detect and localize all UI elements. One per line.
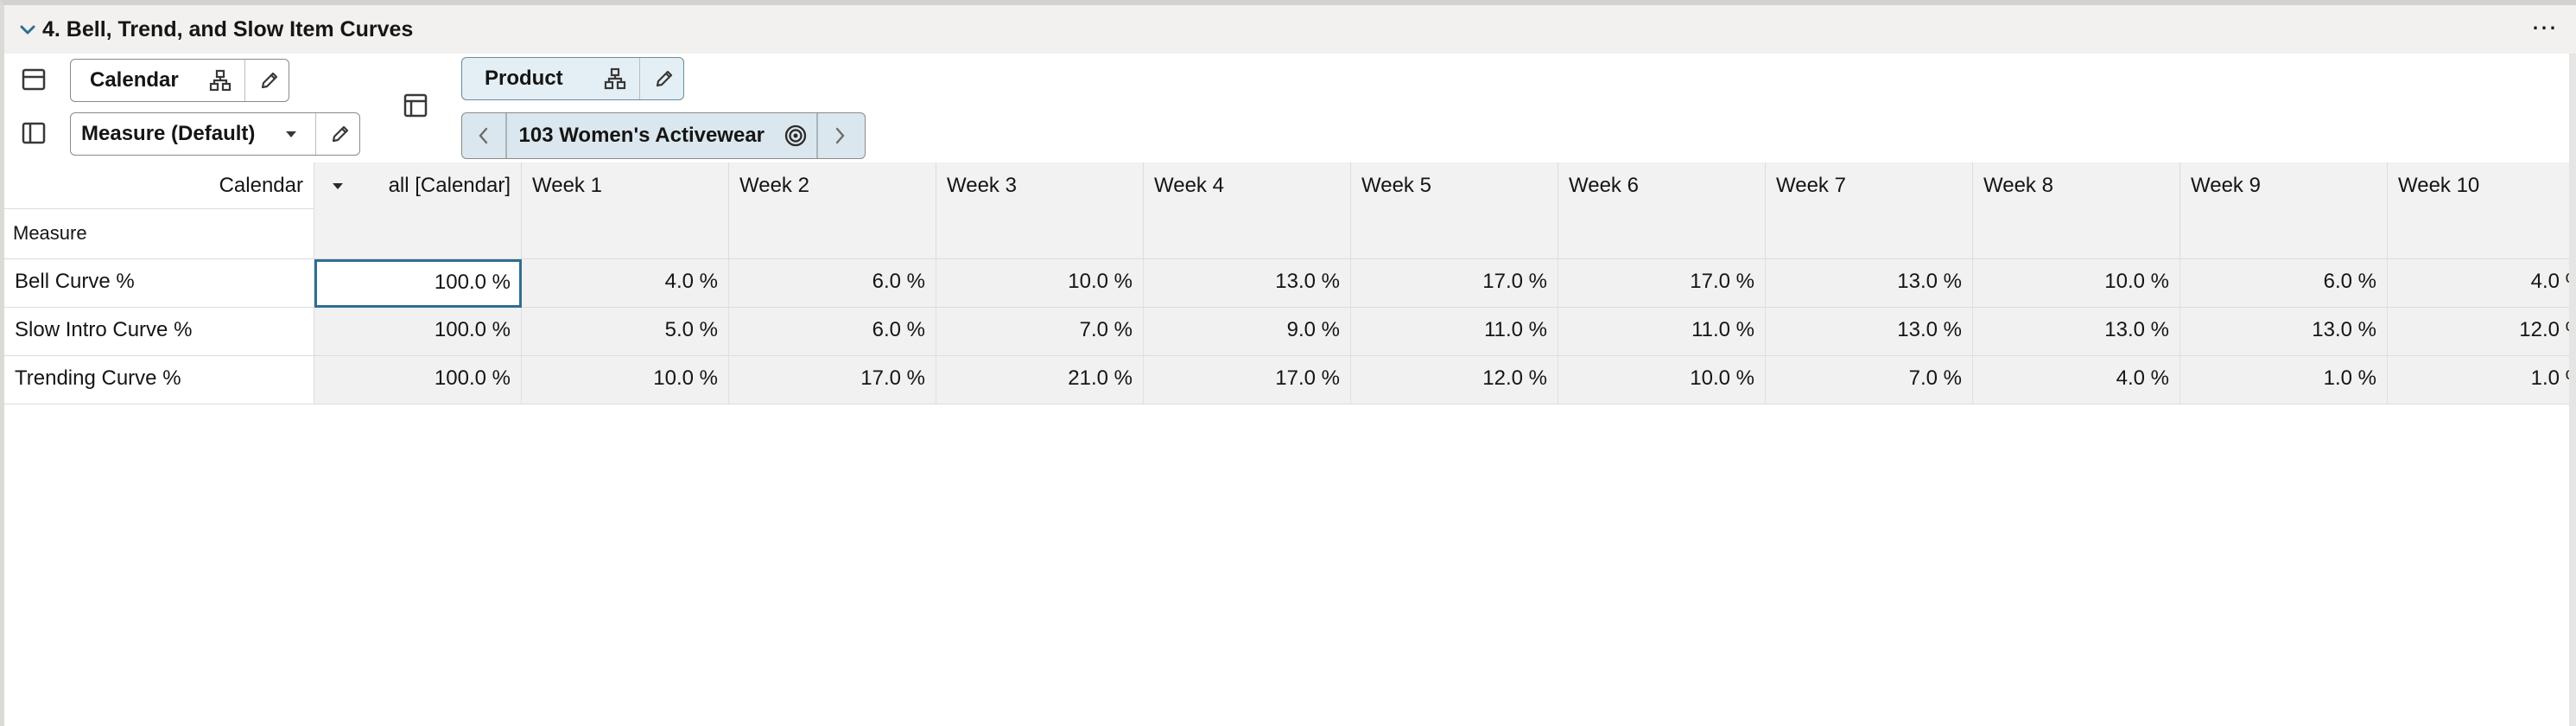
column-header-label: Week 5 bbox=[1361, 174, 1431, 197]
table-cell[interactable]: 17.0 % bbox=[1558, 259, 1766, 308]
column-header-week-10[interactable]: Week 10 bbox=[2388, 162, 2576, 259]
column-header-label: Week 2 bbox=[739, 174, 809, 197]
calendar-dimension-label: Calendar bbox=[90, 68, 179, 92]
table-cell[interactable]: 1.0 % bbox=[2180, 356, 2388, 404]
row-header-bell-curve[interactable]: Bell Curve % bbox=[4, 259, 314, 308]
table-cell[interactable]: 100.0 % bbox=[314, 356, 522, 404]
chip-divider bbox=[244, 60, 245, 101]
row-header-slow-intro-curve[interactable]: Slow Intro Curve % bbox=[4, 308, 314, 356]
corner-divider bbox=[4, 208, 314, 209]
edit-pencil-icon[interactable] bbox=[321, 115, 359, 153]
row-header-label: Slow Intro Curve % bbox=[15, 318, 193, 341]
table-cell[interactable]: 12.0 % bbox=[1351, 356, 1558, 404]
hierarchy-icon[interactable] bbox=[201, 61, 239, 99]
table-cell[interactable]: 13.0 % bbox=[1144, 259, 1351, 308]
product-context-navigator: 103 Women's Activewear bbox=[461, 112, 866, 159]
table-cell[interactable]: 10.0 % bbox=[522, 356, 729, 404]
hierarchy-icon[interactable] bbox=[596, 60, 634, 98]
chevron-right-icon[interactable] bbox=[818, 113, 861, 158]
corner-calendar-label: Calendar bbox=[219, 174, 303, 197]
more-actions-icon[interactable]: ⋯ bbox=[2531, 16, 2559, 41]
edit-pencil-icon[interactable] bbox=[645, 60, 683, 98]
table-cell[interactable]: 7.0 % bbox=[1766, 356, 1973, 404]
table-cell[interactable]: 6.0 % bbox=[729, 308, 936, 356]
panel-title: 4. Bell, Trend, and Slow Item Curves bbox=[42, 17, 414, 41]
table-cell[interactable]: 9.0 % bbox=[1144, 308, 1351, 356]
table-cell[interactable]: 4.0 % bbox=[2388, 259, 2576, 308]
table-cell[interactable]: 13.0 % bbox=[1766, 308, 1973, 356]
column-header-week-7[interactable]: Week 7 bbox=[1766, 162, 1973, 259]
table-cell[interactable]: 6.0 % bbox=[2180, 259, 2388, 308]
table-cell[interactable]: 10.0 % bbox=[936, 259, 1144, 308]
table-cell[interactable]: 17.0 % bbox=[1144, 356, 1351, 404]
column-header-label: Week 4 bbox=[1154, 174, 1224, 197]
pivot-swap-icon[interactable] bbox=[400, 90, 431, 121]
row-header-label: Bell Curve % bbox=[15, 270, 135, 293]
current-product-label[interactable]: 103 Women's Activewear bbox=[507, 124, 776, 148]
table-cell[interactable]: 10.0 % bbox=[1973, 259, 2180, 308]
measure-dimension-chip[interactable]: Measure (Default) bbox=[70, 112, 360, 156]
column-header-label: Week 3 bbox=[947, 174, 1017, 197]
table-cell[interactable]: 4.0 % bbox=[522, 259, 729, 308]
column-header-week-1[interactable]: Week 1 bbox=[522, 162, 729, 259]
table-cell[interactable]: 5.0 % bbox=[522, 308, 729, 356]
table-cell[interactable]: 11.0 % bbox=[1351, 308, 1558, 356]
row-layout-icon[interactable] bbox=[18, 64, 49, 95]
table-cell[interactable]: 10.0 % bbox=[1558, 356, 1766, 404]
row-header-trending-curve[interactable]: Trending Curve % bbox=[4, 356, 314, 404]
table-cell[interactable]: 7.0 % bbox=[936, 308, 1144, 356]
row-header-label: Trending Curve % bbox=[15, 366, 181, 390]
column-header-label: Week 9 bbox=[2191, 174, 2261, 197]
product-dimension-label: Product bbox=[485, 67, 563, 90]
grid-corner: Calendar Measure bbox=[4, 162, 314, 259]
calendar-dimension-chip[interactable]: Calendar bbox=[70, 59, 289, 102]
expand-caret-icon[interactable] bbox=[330, 175, 346, 201]
column-header-label: Week 1 bbox=[532, 174, 602, 197]
column-header-label: Week 10 bbox=[2398, 174, 2480, 197]
product-dimension-chip[interactable]: Product bbox=[461, 57, 684, 100]
table-cell[interactable]: 21.0 % bbox=[936, 356, 1144, 404]
table-cell[interactable]: 100.0 % bbox=[314, 308, 522, 356]
table-cell[interactable]: 13.0 % bbox=[1766, 259, 1973, 308]
column-header-week-8[interactable]: Week 8 bbox=[1973, 162, 2180, 259]
column-layout-icon[interactable] bbox=[18, 118, 49, 149]
column-header-label: Week 7 bbox=[1776, 174, 1846, 197]
chevron-left-icon[interactable] bbox=[462, 113, 505, 158]
table-cell[interactable]: 12.0 % bbox=[2388, 308, 2576, 356]
table-cell[interactable]: 17.0 % bbox=[729, 356, 936, 404]
column-header-week-5[interactable]: Week 5 bbox=[1351, 162, 1558, 259]
edit-pencil-icon[interactable] bbox=[251, 61, 289, 99]
measure-dimension-label: Measure (Default) bbox=[81, 122, 256, 145]
table-cell[interactable]: 11.0 % bbox=[1558, 308, 1766, 356]
column-header-week-4[interactable]: Week 4 bbox=[1144, 162, 1351, 259]
chip-divider bbox=[638, 58, 640, 99]
table-cell[interactable]: 6.0 % bbox=[729, 259, 936, 308]
table-cell[interactable]: 13.0 % bbox=[1973, 308, 2180, 356]
column-header-week-3[interactable]: Week 3 bbox=[936, 162, 1144, 259]
target-focus-icon[interactable] bbox=[775, 113, 816, 158]
table-cell[interactable]: 13.0 % bbox=[2180, 308, 2388, 356]
column-header-label: Week 6 bbox=[1569, 174, 1639, 197]
chip-divider bbox=[314, 113, 316, 155]
table-cell[interactable]: 1.0 % bbox=[2388, 356, 2576, 404]
panel-header: 4. Bell, Trend, and Slow Item Curves ⋯ bbox=[4, 5, 2576, 54]
dropdown-caret-icon[interactable] bbox=[272, 115, 310, 153]
collapse-chevron-icon[interactable] bbox=[18, 21, 37, 40]
table-cell[interactable]: 4.0 % bbox=[1973, 356, 2180, 404]
column-header-week-2[interactable]: Week 2 bbox=[729, 162, 936, 259]
table-cell[interactable]: 17.0 % bbox=[1351, 259, 1558, 308]
corner-measure-label: Measure bbox=[13, 222, 87, 244]
column-header-week-9[interactable]: Week 9 bbox=[2180, 162, 2388, 259]
table-cell-selected[interactable]: 100.0 % bbox=[314, 259, 522, 308]
vertical-scrollbar[interactable] bbox=[2569, 54, 2576, 726]
column-header-label: Week 8 bbox=[1983, 174, 2053, 197]
column-header-label: all [Calendar] bbox=[388, 174, 511, 197]
column-header-all-calendar[interactable]: all [Calendar] bbox=[314, 162, 522, 259]
column-header-week-6[interactable]: Week 6 bbox=[1558, 162, 1766, 259]
pivot-toolbar: Calendar Measure (Default) Product bbox=[4, 54, 2576, 162]
